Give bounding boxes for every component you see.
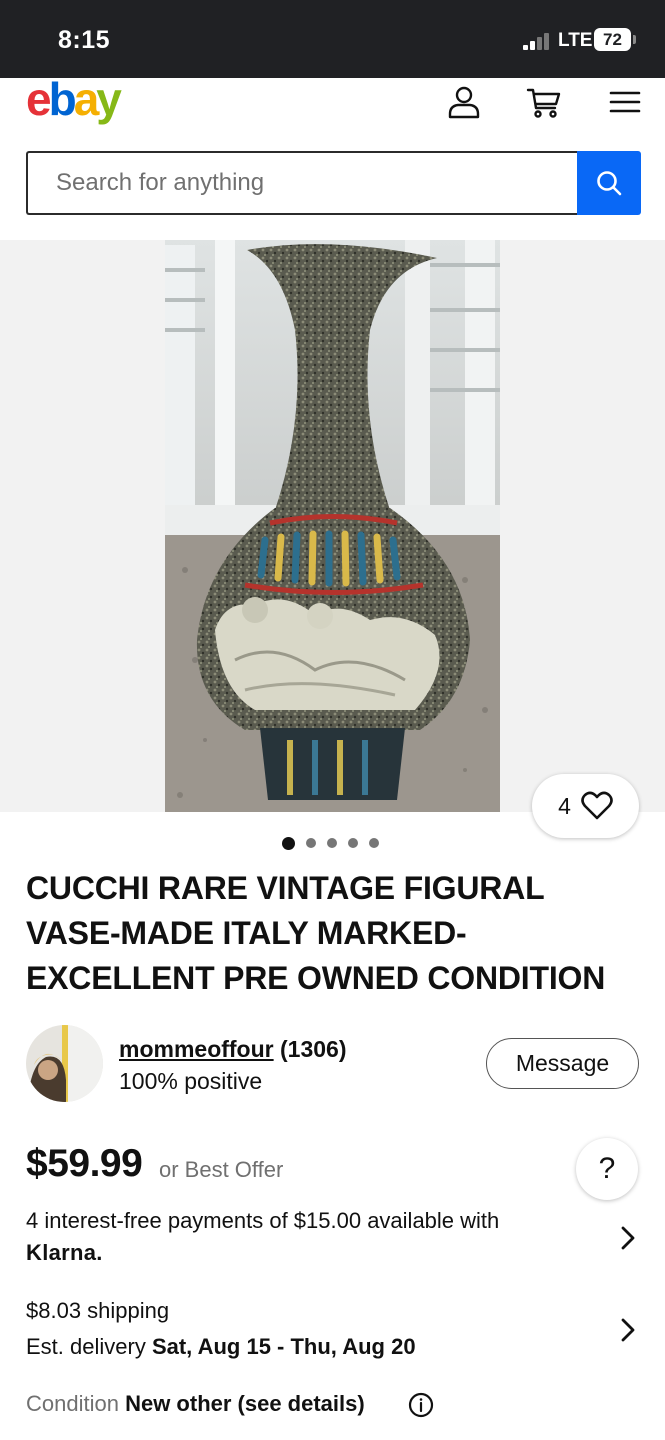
best-offer-label: or Best Offer: [159, 1157, 284, 1182]
pagination-dot[interactable]: [348, 838, 358, 848]
seller-info: mommeoffour (1306): [119, 1036, 347, 1063]
status-time: 8:15: [58, 26, 111, 54]
help-button[interactable]: ?: [576, 1138, 638, 1200]
search-bar: [26, 151, 641, 215]
pagination-dot[interactable]: [282, 836, 295, 850]
seller-name-link[interactable]: mommeoffour: [119, 1036, 274, 1062]
pagination-dot[interactable]: [369, 838, 379, 848]
search-icon: [597, 171, 622, 196]
chevron-right-icon[interactable]: [619, 1224, 637, 1252]
price: $59.99: [26, 1142, 143, 1185]
network-type: LTE: [558, 30, 593, 51]
search-input[interactable]: [26, 151, 578, 215]
seller-feedback-count: (1306): [280, 1036, 347, 1062]
condition-value: New other (see details): [125, 1391, 365, 1416]
klarna-brand: Klarna.: [26, 1240, 103, 1265]
cart-icon[interactable]: [526, 84, 562, 120]
header: ebay: [0, 73, 665, 148]
ebay-logo[interactable]: ebay: [26, 72, 122, 126]
shipping-cost: $8.03 shipping: [26, 1298, 170, 1323]
status-bar: 8:15 LTE 72: [0, 0, 665, 78]
gallery-pagination: [282, 836, 379, 850]
message-button[interactable]: Message: [486, 1038, 639, 1089]
user-icon[interactable]: [446, 84, 482, 120]
image-gallery[interactable]: [0, 240, 665, 812]
condition: Condition New other (see details): [26, 1391, 365, 1416]
heart-icon: [581, 791, 613, 820]
watch-button[interactable]: 4: [532, 774, 639, 838]
seller-positive-rating: 100% positive: [119, 1068, 263, 1094]
pagination-dot[interactable]: [306, 838, 316, 848]
seller-avatar[interactable]: [26, 1025, 103, 1102]
battery-tip: [633, 35, 636, 44]
estimated-delivery: Est. delivery Sat, Aug 15 - Thu, Aug 20: [26, 1334, 416, 1359]
watch-count: 4: [558, 792, 571, 819]
pagination-dot[interactable]: [327, 838, 337, 848]
battery-icon: 72: [594, 28, 631, 51]
product-photo[interactable]: [165, 240, 500, 812]
signal-icon: [523, 33, 551, 50]
klarna-payment-text: 4 interest-free payments of $15.00 avail…: [26, 1208, 500, 1233]
info-icon[interactable]: [408, 1392, 434, 1418]
delivery-dates: Sat, Aug 15 - Thu, Aug 20: [151, 1334, 416, 1359]
menu-icon[interactable]: [607, 84, 643, 120]
listing-title: CUCCHI RARE VINTAGE FIGURAL VASE-MADE IT…: [26, 870, 606, 996]
search-button[interactable]: [577, 151, 641, 215]
chevron-right-icon[interactable]: [619, 1316, 637, 1344]
